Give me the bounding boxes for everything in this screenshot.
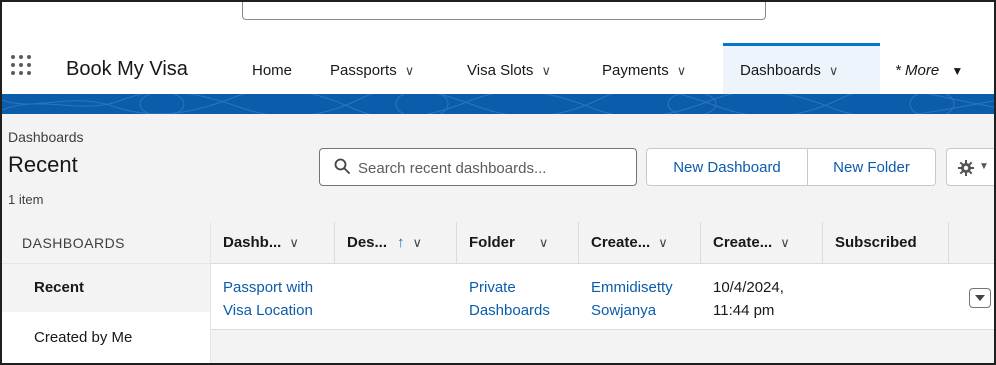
app-window: Book My Visa Home Passports ∨ Visa Slots ∨…: [0, 0, 996, 365]
brand-band: [2, 94, 994, 114]
search-dashboards-box[interactable]: [319, 148, 637, 186]
caret-down-icon: [975, 295, 985, 301]
nav-item-label: Payments: [602, 62, 669, 79]
sidebar-heading: DASHBOARDS: [2, 222, 210, 264]
sidebar-item-created-by-me[interactable]: Created by Me: [2, 314, 210, 362]
chevron-down-icon[interactable]: ∨: [539, 235, 549, 250]
cell-text: Visa Location: [223, 302, 313, 319]
breadcrumb: Dashboards: [8, 129, 84, 145]
chevron-down-icon[interactable]: ∨: [289, 235, 299, 250]
nav-item-label: Home: [252, 62, 293, 79]
cell-text: 10/4/2024,: [713, 279, 784, 296]
nav-item-label: Visa Slots: [467, 62, 534, 79]
column-header-label: Create...: [591, 234, 651, 251]
column-header-created-by[interactable]: Create... ∨: [579, 222, 701, 264]
cell-text: Emmidisetty: [591, 279, 673, 296]
search-icon: [334, 158, 350, 174]
column-header-label: Subscribed: [835, 234, 917, 251]
nav-item-home[interactable]: Home: [252, 62, 292, 79]
chevron-down-icon[interactable]: ∨: [677, 63, 687, 79]
created-by-link[interactable]: Emmidisetty Sowjanya: [591, 276, 673, 322]
action-buttons: New Dashboard New Folder: [646, 148, 936, 186]
column-header-label: Create...: [713, 234, 773, 251]
global-search-box[interactable]: [242, 2, 766, 20]
folder-link[interactable]: Private Dashboards: [469, 276, 550, 322]
table-header: Dashb... ∨ Des... ↑ ∨ Folder ∨ Create... ∨ Cr…: [211, 222, 994, 264]
new-folder-button[interactable]: New Folder: [808, 148, 936, 186]
list-view-header: Dashboards Recent 1 item New Dashboard N…: [2, 114, 994, 222]
app-name: Book My Visa: [66, 58, 188, 80]
row-actions-icon[interactable]: [969, 288, 991, 308]
caret-down-icon: ▼: [979, 161, 989, 172]
list-settings-button[interactable]: ▼: [946, 148, 994, 186]
table-row: Passport with Visa Location Private Dash…: [211, 264, 994, 330]
column-header-dashboard-name[interactable]: Dashb... ∨: [211, 222, 335, 264]
more-star: *: [895, 62, 901, 79]
column-header-folder[interactable]: Folder ∨: [457, 222, 579, 264]
sidebar-item-recent[interactable]: Recent: [2, 264, 210, 312]
chevron-down-icon[interactable]: ∨: [413, 235, 423, 250]
sidebar-item-label: Recent: [34, 279, 85, 296]
column-header-label: Folder: [469, 234, 515, 251]
cell-text: Passport with: [223, 279, 314, 296]
sidebar: DASHBOARDS Recent Created by Me: [2, 222, 210, 363]
sort-up-arrow-icon: ↑: [397, 234, 405, 251]
nav-item-label: Dashboards: [740, 62, 821, 79]
nav-item-visa-slots[interactable]: Visa Slots ∨: [467, 62, 551, 79]
gear-icon: [958, 160, 974, 176]
app-launcher-icon[interactable]: [11, 55, 33, 77]
search-input[interactable]: [358, 157, 628, 179]
cell-text: Dashboards: [469, 302, 550, 319]
sidebar-item-label: Created by Me: [34, 329, 133, 346]
column-header-description[interactable]: Des... ↑ ∨: [335, 222, 457, 264]
cell-text: 11:44 pm: [713, 302, 775, 319]
page-title: Recent: [8, 152, 78, 177]
cell-text: Sowjanya: [591, 302, 657, 319]
dashboard-name-link[interactable]: Passport with Visa Location: [223, 276, 313, 322]
nav-item-more[interactable]: * More ▼: [895, 62, 963, 79]
caret-down-icon[interactable]: ▼: [951, 64, 963, 78]
nav-item-payments[interactable]: Payments ∨: [602, 62, 686, 79]
nav-item-passports[interactable]: Passports ∨: [330, 62, 414, 79]
nav-bar: Book My Visa Home Passports ∨ Visa Slots ∨…: [2, 40, 994, 94]
cell-text: Private: [469, 279, 516, 296]
column-header-subscribed[interactable]: Subscribed: [823, 222, 949, 264]
item-count: 1 item: [8, 192, 44, 207]
chevron-down-icon[interactable]: ∨: [658, 235, 668, 250]
column-header-created-on[interactable]: Create... ∨: [701, 222, 823, 264]
nav-item-label: Passports: [330, 62, 397, 79]
dashboards-table: Dashb... ∨ Des... ↑ ∨ Folder ∨ Create... ∨ Cr…: [210, 222, 994, 363]
column-header-label: Dashb...: [223, 234, 282, 251]
nav-item-dashboards[interactable]: Dashboards ∨: [740, 62, 838, 79]
chevron-down-icon[interactable]: ∨: [405, 63, 415, 79]
created-on-cell: 10/4/2024, 11:44 pm: [713, 276, 784, 322]
brand-band-pattern: [2, 94, 994, 114]
column-header-label: Des...: [347, 234, 388, 251]
nav-more-label: More: [905, 62, 940, 79]
chevron-down-icon[interactable]: ∨: [829, 63, 839, 79]
chevron-down-icon[interactable]: ∨: [780, 235, 790, 250]
chevron-down-icon[interactable]: ∨: [541, 63, 551, 79]
new-dashboard-button[interactable]: New Dashboard: [646, 148, 808, 186]
